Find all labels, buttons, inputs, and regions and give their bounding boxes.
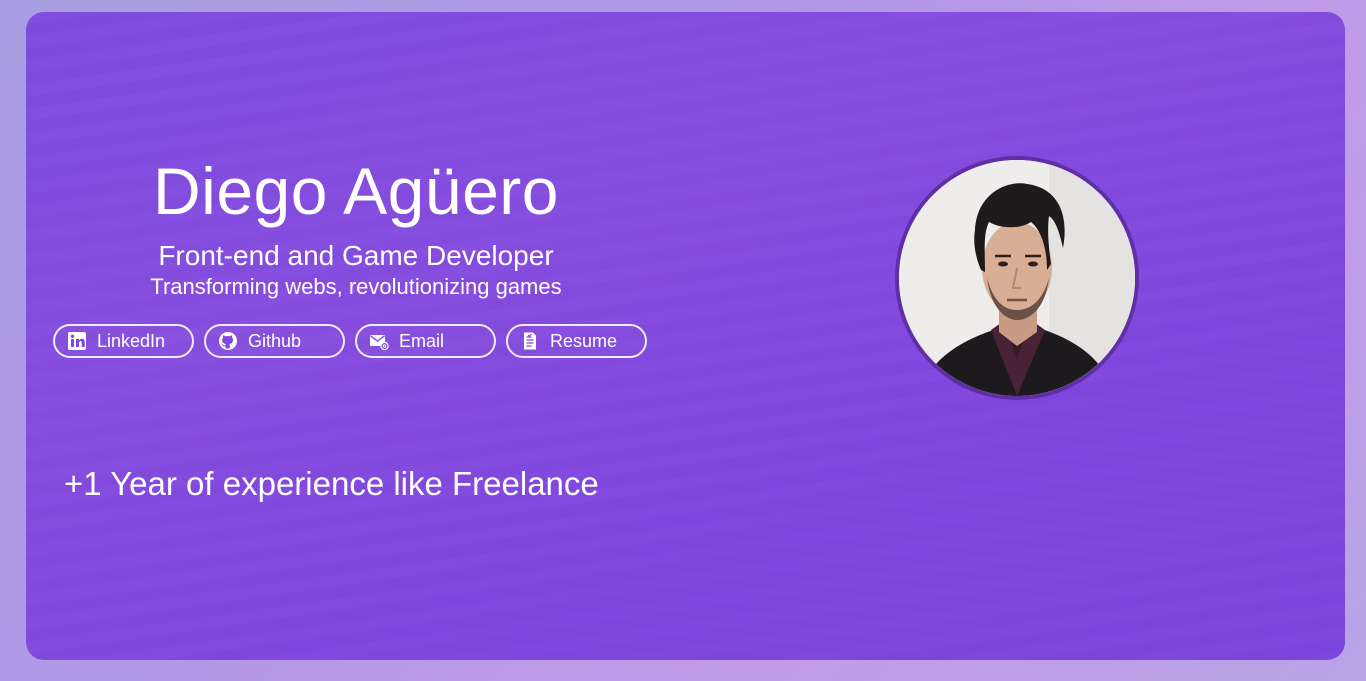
profile-role: Front-end and Game Developer [158, 240, 554, 271]
github-button[interactable]: Github [204, 324, 345, 358]
profile-photo [895, 156, 1139, 400]
resume-button[interactable]: Resume [506, 324, 647, 358]
github-label: Github [248, 331, 302, 351]
profile-name: Diego Agüero [153, 154, 559, 228]
social-links: LinkedIn Github Email Resume [53, 324, 647, 358]
intro-section: Diego Agüero Front-end and Game Develope… [50, 152, 662, 300]
email-label: Email [399, 331, 445, 351]
resume-label: Resume [550, 331, 618, 351]
linkedin-icon [67, 331, 87, 351]
resume-icon [520, 331, 540, 351]
experience-text: +1 Year of experience like Freelance [64, 465, 599, 502]
email-icon [369, 331, 389, 351]
profile-card: Diego Agüero Front-end and Game Develope… [26, 12, 1345, 660]
linkedin-label: LinkedIn [97, 331, 166, 351]
github-icon [218, 331, 238, 351]
email-button[interactable]: Email [355, 324, 496, 358]
linkedin-button[interactable]: LinkedIn [53, 324, 194, 358]
profile-tagline: Transforming webs, revolutionizing games [150, 274, 562, 299]
